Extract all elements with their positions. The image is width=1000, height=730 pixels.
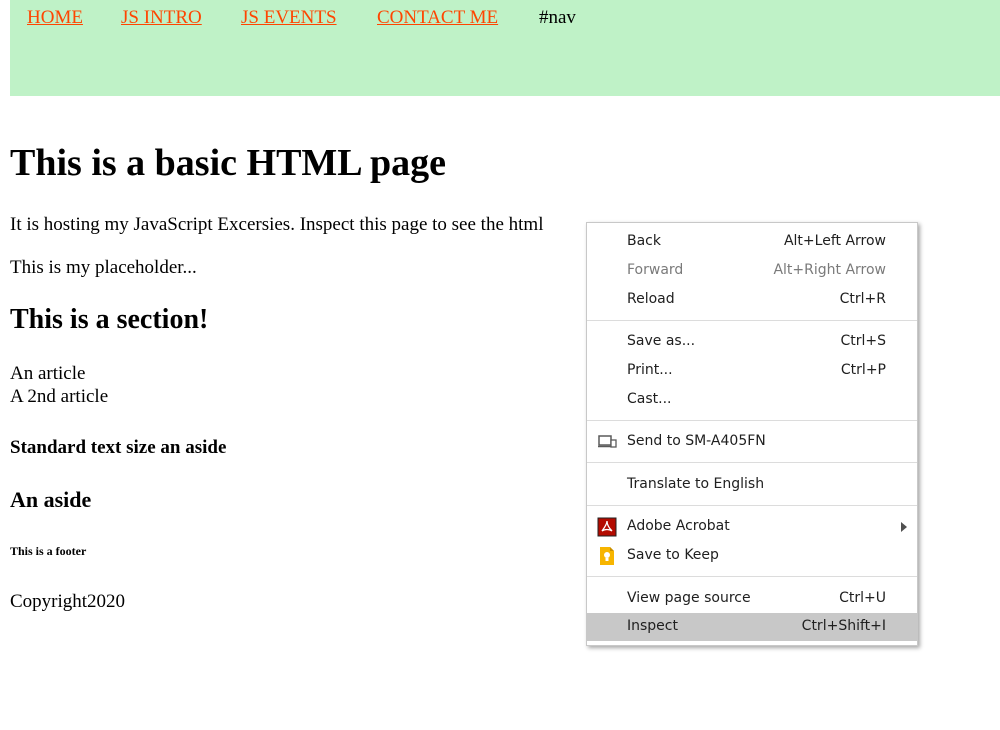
menu-item-shortcut: Ctrl+R — [839, 291, 886, 307]
nav-bar: HOME JS INTRO JS EVENTS CONTACT ME #nav — [10, 0, 1000, 96]
menu-item-shortcut: Ctrl+Shift+I — [801, 618, 886, 634]
menu-item-label: Adobe Acrobat — [627, 518, 730, 534]
article-1: An article — [10, 363, 86, 384]
menu-item-label: Inspect — [627, 618, 678, 634]
menu-item-label: Print... — [627, 362, 673, 378]
menu-item-label: View page source — [627, 590, 751, 606]
menu-item-view-page-source[interactable]: View page source Ctrl+U — [587, 585, 917, 613]
menu-separator — [587, 462, 917, 463]
menu-item-label: Translate to English — [627, 476, 765, 492]
menu-separator — [587, 576, 917, 577]
menu-item-translate[interactable]: Translate to English — [587, 471, 917, 499]
menu-item-save-to-keep[interactable]: Save to Keep — [587, 542, 917, 570]
adobe-acrobat-icon — [597, 517, 617, 537]
menu-item-back[interactable]: Back Alt+Left Arrow — [587, 228, 917, 256]
menu-item-label: Cast... — [627, 391, 672, 407]
menu-item-label: Save to Keep — [627, 547, 719, 563]
menu-item-shortcut: Ctrl+S — [840, 333, 886, 349]
page-title: This is a basic HTML page — [10, 142, 447, 184]
menu-item-inspect[interactable]: Inspect Ctrl+Shift+I — [587, 613, 917, 641]
aside-text: Standard text size an aside — [10, 437, 227, 458]
menu-item-label: Save as... — [627, 333, 696, 349]
aside-heading: An aside — [10, 487, 92, 512]
placeholder-text: This is my placeholder... — [10, 257, 197, 278]
menu-item-label: Reload — [627, 291, 675, 307]
menu-item-label: Forward — [627, 262, 684, 278]
nav-link-js-intro[interactable]: JS INTRO — [121, 7, 202, 29]
nav-link-home[interactable]: HOME — [27, 7, 83, 29]
section-heading: This is a section! — [10, 304, 209, 335]
menu-item-reload[interactable]: Reload Ctrl+R — [587, 286, 917, 314]
google-keep-icon — [597, 546, 617, 566]
menu-item-label: Back — [627, 233, 661, 249]
footer-text: This is a footer — [10, 544, 87, 558]
menu-item-shortcut: Alt+Right Arrow — [773, 262, 886, 278]
intro-text: It is hosting my JavaScript Excersies. I… — [10, 214, 544, 235]
menu-item-label: Send to SM-A405FN — [627, 433, 766, 449]
devices-icon — [597, 432, 617, 452]
menu-item-forward: Forward Alt+Right Arrow — [587, 257, 917, 285]
menu-item-send-to-device[interactable]: Send to SM-A405FN — [587, 428, 917, 456]
nav-link-js-events[interactable]: JS EVENTS — [241, 7, 337, 29]
menu-item-print[interactable]: Print... Ctrl+P — [587, 357, 917, 385]
menu-item-cast[interactable]: Cast... — [587, 386, 917, 414]
submenu-arrow-icon — [901, 522, 907, 532]
menu-item-save-as[interactable]: Save as... Ctrl+S — [587, 328, 917, 356]
context-menu: Back Alt+Left Arrow Forward Alt+Right Ar… — [586, 222, 918, 646]
copyright-text: Copyright2020 — [10, 591, 126, 612]
menu-item-shortcut: Ctrl+U — [839, 590, 886, 606]
menu-item-shortcut: Ctrl+P — [840, 362, 886, 378]
menu-separator — [587, 505, 917, 506]
nav-link-contact-me[interactable]: CONTACT ME — [377, 7, 498, 29]
menu-separator — [587, 320, 917, 321]
nav-tag-label: #nav — [539, 7, 576, 28]
article-2: A 2nd article — [10, 386, 109, 407]
menu-item-adobe-acrobat[interactable]: Adobe Acrobat — [587, 513, 917, 541]
menu-separator — [587, 420, 917, 421]
menu-item-shortcut: Alt+Left Arrow — [783, 233, 886, 249]
